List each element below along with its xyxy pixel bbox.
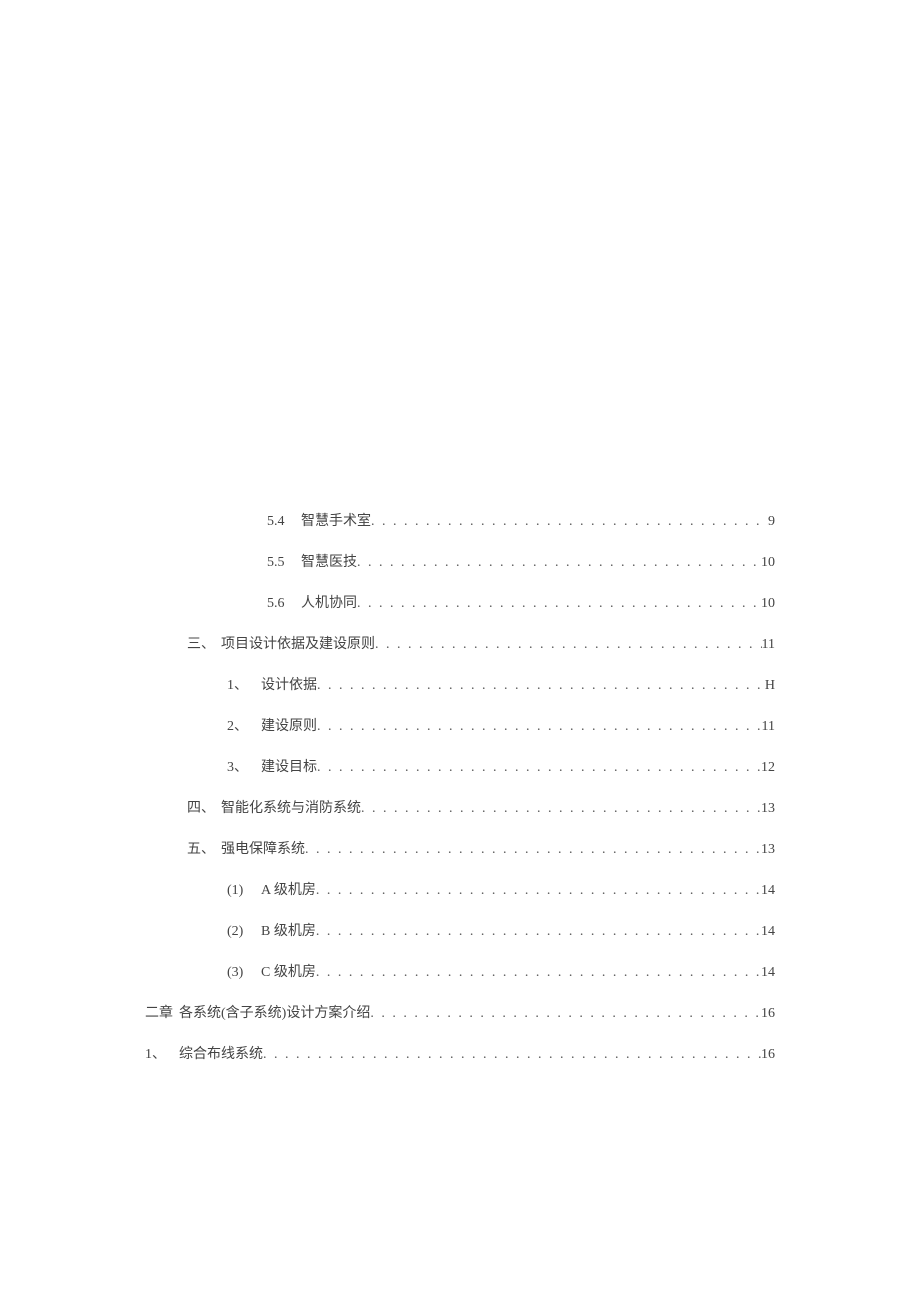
toc-entry-label: (2) [227, 924, 261, 940]
toc-dot-leader [305, 842, 761, 858]
toc-entry: 5.5智慧医技 10 [145, 551, 775, 571]
toc-dot-leader [316, 965, 761, 981]
toc-entry-title: 综合布线系统 [179, 1043, 263, 1063]
document-page: 5.4智慧手术室 9 5.5智慧医技 10 5.6人机协同 10 三、项目设计依据及建设原则… [0, 0, 920, 1301]
toc-entry-page: 14 [761, 924, 775, 940]
toc-entry-page: 14 [761, 965, 775, 981]
toc-entry-label: 1、 [227, 674, 261, 694]
toc-entry-title: 建设原则 [261, 715, 317, 735]
toc-entry-page: 12 [761, 760, 775, 776]
toc-entry-label: 5.6 [267, 596, 301, 612]
toc-entry: 五、强电保障系统 13 [145, 838, 775, 858]
toc-dot-leader [263, 1047, 761, 1063]
toc-dot-leader [361, 801, 761, 817]
toc-entry-title: 人机协同 [301, 592, 357, 612]
toc-entry-title: B 级机房 [261, 920, 316, 940]
toc-entry: 3、建设目标 12 [145, 756, 775, 776]
toc-entry-title: 智慧医技 [301, 551, 357, 571]
toc-entry-title: 建设目标 [261, 756, 317, 776]
toc-entry-page: 10 [761, 555, 775, 571]
toc-dot-leader [317, 719, 762, 735]
toc-entry-title: 智慧手术室 [301, 510, 371, 530]
toc-entry: 1、设计依据 H [145, 674, 775, 694]
toc-entry-label: (1) [227, 883, 261, 899]
toc-entry-label: (3) [227, 965, 261, 981]
toc-entry: 5.6人机协同 10 [145, 592, 775, 612]
toc-entry-label: 二章 [145, 1002, 179, 1022]
toc-entry: 1、综合布线系统 16 [145, 1043, 775, 1063]
toc-dot-leader [357, 555, 761, 571]
toc-entry-label: 5.4 [267, 514, 301, 530]
toc-dot-leader [375, 637, 762, 653]
toc-entry-page: 14 [761, 883, 775, 899]
toc-entry-page: 13 [761, 842, 775, 858]
toc-entry-page: 9 [768, 514, 775, 530]
toc-dot-leader [357, 596, 761, 612]
toc-entry-label: 1、 [145, 1043, 179, 1063]
toc-entry: 三、项目设计依据及建设原则 11 [145, 633, 775, 653]
toc-entry-page: 10 [761, 596, 775, 612]
toc-entry: (2)B 级机房 14 [145, 920, 775, 940]
toc-entry-title: 各系统(含子系统)设计方案介绍 [179, 1002, 370, 1022]
toc-entry-label: 5.5 [267, 555, 301, 571]
toc-dot-leader [371, 514, 768, 530]
toc-entry: 二章各系统(含子系统)设计方案介绍 16 [145, 1002, 775, 1022]
toc-entry-page: 11 [762, 637, 775, 653]
toc-entry: 四、智能化系统与消防系统 13 [145, 797, 775, 817]
toc-entry: (3)C 级机房 14 [145, 961, 775, 981]
toc-dot-leader [316, 924, 761, 940]
toc-entry-page: 11 [762, 719, 775, 735]
toc-entry-title: 智能化系统与消防系统 [221, 797, 361, 817]
toc-entry-label: 3、 [227, 756, 261, 776]
toc-dot-leader [317, 678, 765, 694]
toc-entry-page: H [765, 678, 775, 694]
toc-entry: 2、建设原则 11 [145, 715, 775, 735]
toc-entry-page: 16 [761, 1047, 775, 1063]
toc-dot-leader [370, 1006, 761, 1022]
toc-entry-label: 四、 [187, 797, 221, 817]
toc-dot-leader [317, 760, 761, 776]
toc-entry-page: 13 [761, 801, 775, 817]
toc-entry-title: C 级机房 [261, 961, 316, 981]
toc-dot-leader [316, 883, 761, 899]
toc-entry: (1)A 级机房 14 [145, 879, 775, 899]
toc-entry-title: 强电保障系统 [221, 838, 305, 858]
toc-entry-title: 设计依据 [261, 674, 317, 694]
toc-entry-title: 项目设计依据及建设原则 [221, 633, 375, 653]
toc-entry-label: 2、 [227, 715, 261, 735]
toc-entry-label: 五、 [187, 838, 221, 858]
toc-entry-page: 16 [761, 1006, 775, 1022]
table-of-contents: 5.4智慧手术室 9 5.5智慧医技 10 5.6人机协同 10 三、项目设计依据及建设原则… [145, 510, 775, 1063]
toc-entry: 5.4智慧手术室 9 [145, 510, 775, 530]
toc-entry-label: 三、 [187, 633, 221, 653]
toc-entry-title: A 级机房 [261, 879, 316, 899]
